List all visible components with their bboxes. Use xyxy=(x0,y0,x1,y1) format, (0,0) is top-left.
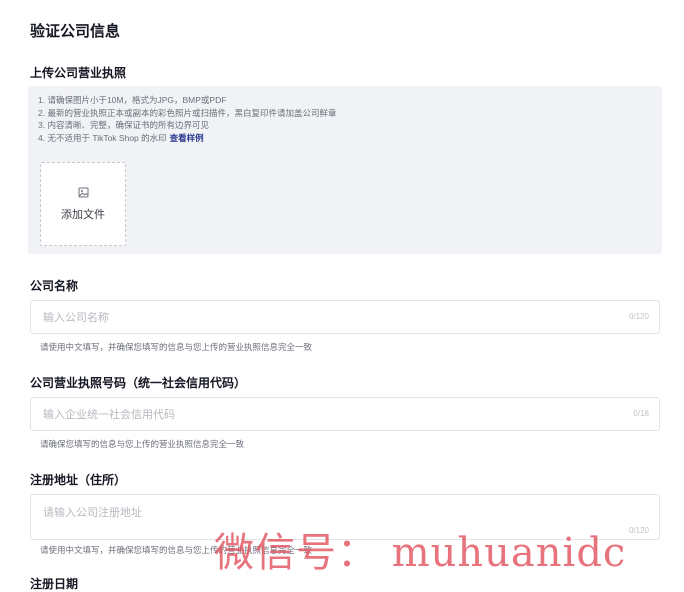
image-icon xyxy=(78,187,88,197)
registration-date-label: 注册日期 xyxy=(30,577,79,591)
company-name-hint: 请使用中文填写，并确保您填写的信息与您上传的营业执照信息完全一致 xyxy=(40,342,313,352)
upload-rule-with-link: 4. 无不适用于 TikTok Shop 的水印 查看样例 xyxy=(38,132,336,145)
view-example-link[interactable]: 查看样例 xyxy=(170,133,204,143)
company-name-input[interactable] xyxy=(41,301,605,335)
license-upload-area: 1. 请确保图片小于10M，格式为JPG，BMP或PDF 2. 最新的营业执照正… xyxy=(28,86,662,254)
license-number-label: 公司营业执照号码（统一社会信用代码） xyxy=(30,376,247,390)
char-counter: 0/18 xyxy=(633,409,649,418)
license-number-hint: 请确保您填写的信息与您上传的营业执照信息完全一致 xyxy=(40,439,245,449)
registered-address-label: 注册地址（住所） xyxy=(30,473,127,487)
license-number-input[interactable] xyxy=(41,398,605,432)
company-name-field[interactable]: 0/120 xyxy=(30,300,660,335)
company-name-label: 公司名称 xyxy=(30,279,79,293)
add-file-button[interactable]: 添加文件 xyxy=(40,162,126,246)
char-counter: 0/120 xyxy=(628,526,649,535)
license-upload-label: 上传公司营业执照 xyxy=(30,66,127,80)
upload-rules: 1. 请确保图片小于10M，格式为JPG，BMP或PDF 2. 最新的营业执照正… xyxy=(38,94,336,144)
char-counter: 0/120 xyxy=(628,312,649,321)
upload-rule: 1. 请确保图片小于10M，格式为JPG，BMP或PDF xyxy=(38,95,227,105)
add-file-label: 添加文件 xyxy=(61,208,105,221)
watermark-text: 微信号： muhuanidc xyxy=(214,530,627,576)
upload-rule: 2. 最新的营业执照正本或副本的彩色照片或扫描件，黑白复印件请加盖公司鲜章 xyxy=(38,107,337,118)
license-number-field[interactable]: 0/18 xyxy=(30,397,660,432)
upload-rule: 4. 无不适用于 TikTok Shop 的水印 xyxy=(38,132,167,143)
page-title: 验证公司信息 xyxy=(30,23,121,40)
upload-rule: 3. 内容清晰、完整，确保证书的所有边界可见 xyxy=(38,120,209,130)
